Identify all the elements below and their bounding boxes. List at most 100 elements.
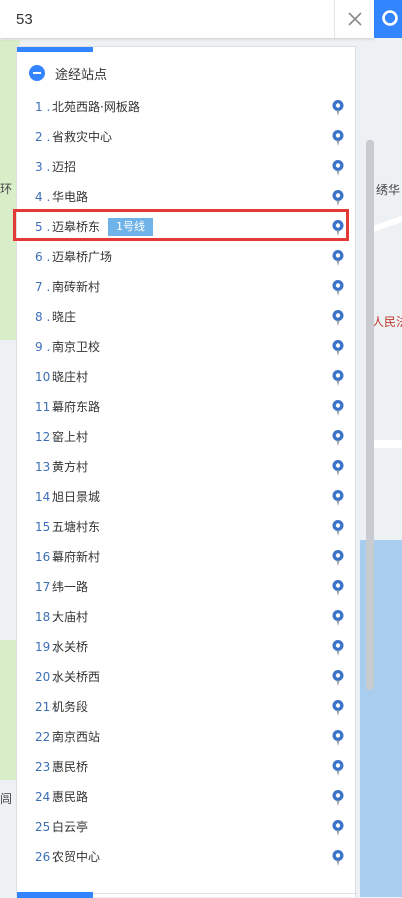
stop-name[interactable]: 南京西站 xyxy=(52,722,100,752)
stop-item[interactable]: 16 . 幕府新村 xyxy=(17,542,357,572)
map-pin-icon[interactable] xyxy=(331,848,345,866)
search-button[interactable] xyxy=(374,0,402,38)
stop-item[interactable]: 18 . 大庙村 xyxy=(17,602,357,632)
road xyxy=(372,440,402,448)
stop-name[interactable]: 五塘村东 xyxy=(52,512,100,542)
stop-item[interactable]: 11 . 幕府东路 xyxy=(17,392,357,422)
stop-name[interactable]: 白云亭 xyxy=(52,812,88,842)
stop-name[interactable]: 机务段 xyxy=(52,692,88,722)
stop-item[interactable]: 17 . 纬一路 xyxy=(17,572,357,602)
stop-name[interactable]: 纬一路 xyxy=(52,572,88,602)
stop-item[interactable]: 3 . 迈招 xyxy=(17,152,357,182)
map-pin-icon[interactable] xyxy=(331,488,345,506)
search-input[interactable] xyxy=(0,0,330,38)
stop-name[interactable]: 幕府东路 xyxy=(52,392,100,422)
stop-name[interactable]: 农贸中心 xyxy=(52,842,100,872)
stop-name[interactable]: 惠民桥 xyxy=(52,752,88,782)
stop-item[interactable]: 26 . 农贸中心 xyxy=(17,842,357,872)
map-pin-icon[interactable] xyxy=(331,278,345,296)
stop-list: 1 . 北苑西路·网板路 2 . 省救灾中心 3 . 迈招 4 . 华电路 5 . 迈皋桥东 1号线… xyxy=(13,92,357,872)
stop-item[interactable]: 15 . 五塘村东 xyxy=(17,512,357,542)
panel-top-accent xyxy=(17,47,93,52)
stop-item[interactable]: 19 . 水关桥 xyxy=(17,632,357,662)
map-pin-icon[interactable] xyxy=(331,308,345,326)
stop-name[interactable]: 华电路 xyxy=(52,182,88,212)
road xyxy=(370,213,402,233)
stop-name[interactable]: 晓庄 xyxy=(52,302,76,332)
stop-number: 9 . xyxy=(35,340,51,354)
stop-number: 6 . xyxy=(35,250,51,264)
stop-item[interactable]: 12 . 窑上村 xyxy=(17,422,357,452)
stop-number: 5 . xyxy=(35,220,51,234)
map-pin-icon[interactable] xyxy=(331,728,345,746)
stop-item[interactable]: 20 . 水关桥西 xyxy=(17,662,357,692)
stop-item[interactable]: 14 . 旭日景城 xyxy=(17,482,357,512)
stop-name[interactable]: 水关桥 xyxy=(52,632,88,662)
stop-item[interactable]: 10 . 晓庄村 xyxy=(17,362,357,392)
stop-name[interactable]: 水关桥西 xyxy=(52,662,100,692)
map-label: 闾 xyxy=(0,792,13,806)
map-pin-icon[interactable] xyxy=(331,548,345,566)
map-pin-icon[interactable] xyxy=(331,338,345,356)
stop-name[interactable]: 惠民路 xyxy=(52,782,88,812)
map-pin-icon[interactable] xyxy=(331,428,345,446)
map-pin-icon[interactable] xyxy=(331,788,345,806)
search-bar xyxy=(0,0,374,38)
map-pin-icon[interactable] xyxy=(331,458,345,476)
stop-item[interactable]: 25 . 白云亭 xyxy=(17,812,357,842)
stop-name[interactable]: 迈招 xyxy=(52,152,76,182)
stop-item[interactable]: 6 . 迈皋桥广场 xyxy=(17,242,357,272)
stop-item[interactable]: 9 . 南京卫校 xyxy=(17,332,357,362)
stop-item[interactable]: 4 . 华电路 xyxy=(17,182,357,212)
stop-item[interactable]: 7 . 南砖新村 xyxy=(17,272,357,302)
stop-name[interactable]: 南砖新村 xyxy=(52,272,100,302)
stop-name[interactable]: 大庙村 xyxy=(52,602,88,632)
stop-number: 2 . xyxy=(35,130,51,144)
map-pin-icon[interactable] xyxy=(331,218,345,236)
stop-name[interactable]: 迈皋桥广场 xyxy=(52,242,112,272)
stop-name[interactable]: 黄方村 xyxy=(52,452,88,482)
stops-title: 途经站点 xyxy=(55,67,108,83)
map-pin-icon[interactable] xyxy=(331,668,345,686)
stop-item[interactable]: 23 . 惠民桥 xyxy=(17,752,357,782)
stop-item[interactable]: 24 . 惠民路 xyxy=(17,782,357,812)
close-icon[interactable] xyxy=(334,0,375,38)
map-pin-icon[interactable] xyxy=(331,188,345,206)
transfer-line-badge[interactable]: 1号线 xyxy=(108,218,153,236)
stop-name[interactable]: 幕府新村 xyxy=(52,542,100,572)
stop-item[interactable]: 8 . 晓庄 xyxy=(17,302,357,332)
scrollbar[interactable] xyxy=(366,140,374,690)
map-pin-icon[interactable] xyxy=(331,608,345,626)
stop-item[interactable]: 21 . 机务段 xyxy=(17,692,357,722)
stops-header[interactable]: 途经站点 xyxy=(29,63,107,83)
map-pin-icon[interactable] xyxy=(331,818,345,836)
map-pin-icon[interactable] xyxy=(331,698,345,716)
collapse-icon[interactable] xyxy=(29,65,45,81)
map-pin-icon[interactable] xyxy=(331,398,345,416)
stop-item[interactable]: 13 . 黄方村 xyxy=(17,452,357,482)
map-pin-icon[interactable] xyxy=(331,368,345,386)
stop-name[interactable]: 旭日景城 xyxy=(52,482,100,512)
stop-name[interactable]: 北苑西路·网板路 xyxy=(52,92,140,122)
map-pin-icon[interactable] xyxy=(331,98,345,116)
map-pin-icon[interactable] xyxy=(331,518,345,536)
map-pin-icon[interactable] xyxy=(331,758,345,776)
stop-name[interactable]: 迈皋桥东 xyxy=(52,212,100,242)
map-pin-icon[interactable] xyxy=(331,158,345,176)
stop-name[interactable]: 省救灾中心 xyxy=(52,122,112,152)
stop-item[interactable]: 2 . 省救灾中心 xyxy=(17,122,357,152)
map-pin-icon[interactable] xyxy=(331,638,345,656)
stop-item[interactable]: 22 . 南京西站 xyxy=(17,722,357,752)
stop-name[interactable]: 南京卫校 xyxy=(52,332,100,362)
stop-item[interactable]: 5 . 迈皋桥东 1号线 xyxy=(13,209,357,242)
stop-name[interactable]: 晓庄村 xyxy=(52,362,88,392)
divider xyxy=(93,893,357,894)
map-pin-icon[interactable] xyxy=(331,128,345,146)
stop-number: 8 . xyxy=(35,310,51,324)
map-pin-icon[interactable] xyxy=(331,578,345,596)
map-label: 环 xyxy=(0,182,13,196)
stop-item[interactable]: 1 . 北苑西路·网板路 xyxy=(17,92,357,122)
map-pin-icon[interactable] xyxy=(331,248,345,266)
bus-route-panel: 途经站点 1 . 北苑西路·网板路 2 . 省救灾中心 3 . 迈招 4 . 华电路 5 . 迈皋… xyxy=(13,46,357,898)
stop-name[interactable]: 窑上村 xyxy=(52,422,88,452)
